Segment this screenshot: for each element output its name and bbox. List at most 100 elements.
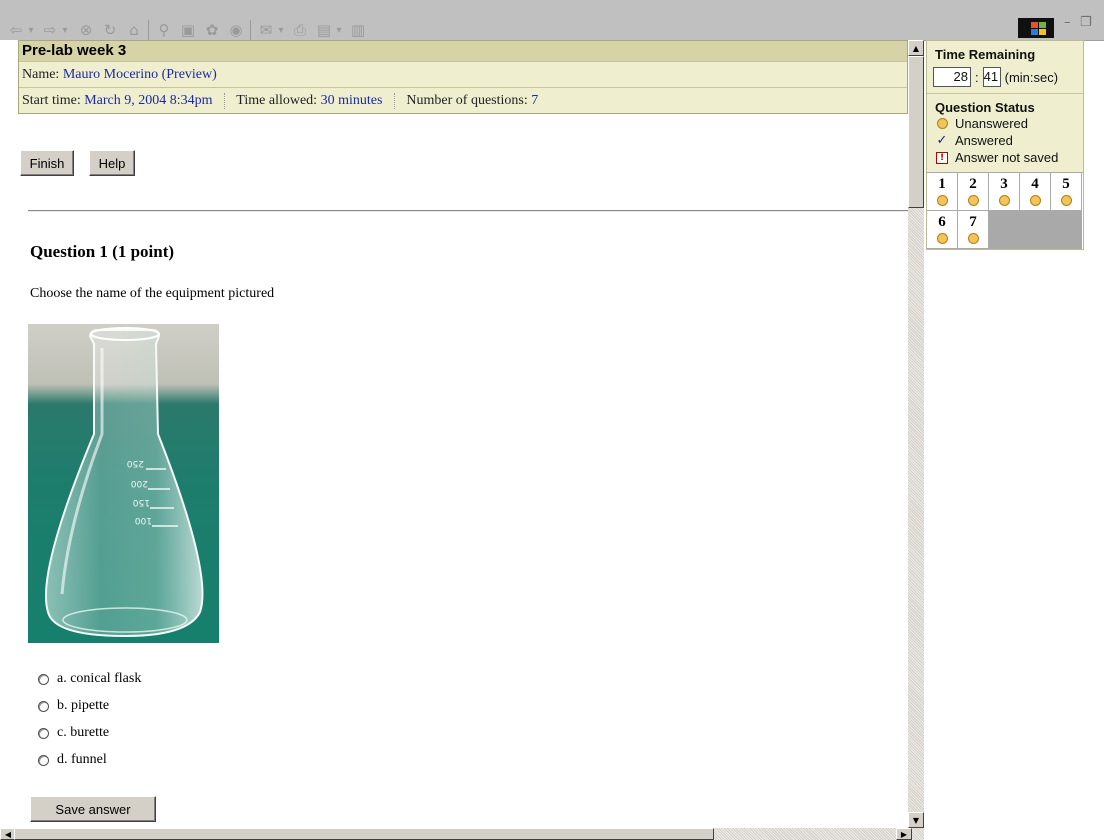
minimize-icon[interactable]: – xyxy=(1064,15,1071,30)
quiz-header: Pre-lab week 3 Name: Mauro Mocerino (Pre… xyxy=(18,40,908,114)
question-number: 4 xyxy=(1031,176,1039,192)
question-link-7[interactable]: 7 xyxy=(958,211,989,249)
quiz-info-row: Start time: March 9, 2004 8:34pm Time al… xyxy=(19,88,907,113)
student-name: Mauro Mocerino (Preview) xyxy=(62,67,217,82)
countdown-timer: 28 : 41 (min:sec) xyxy=(927,62,1083,94)
flask-mark: 150 xyxy=(133,497,150,507)
unanswered-dot-icon xyxy=(936,233,948,244)
time-allowed-label: Time allowed: xyxy=(236,93,318,108)
legend-label: Answered xyxy=(955,133,1013,148)
option-c[interactable]: c. burette xyxy=(38,724,109,742)
favorites-icon[interactable]: ▣ xyxy=(178,20,198,40)
quiz-title: Pre-lab week 3 xyxy=(19,41,907,62)
question-link-4[interactable]: 4 xyxy=(1020,173,1051,211)
radio-button[interactable] xyxy=(38,754,49,766)
scroll-down-icon[interactable]: ▼ xyxy=(908,812,924,828)
unanswered-dot-icon xyxy=(936,118,948,129)
forward-icon[interactable]: ⇨ xyxy=(40,20,60,40)
question-status-title: Question Status xyxy=(935,100,1035,115)
scroll-thumb[interactable] xyxy=(908,56,924,208)
time-remaining-title: Time Remaining xyxy=(935,47,1036,62)
search-icon[interactable]: ⚲ xyxy=(154,20,174,40)
legend-label: Answer not saved xyxy=(955,150,1059,165)
num-questions-label: Number of questions: xyxy=(406,93,528,108)
stop-icon[interactable]: ⊗ xyxy=(76,20,96,40)
vertical-scrollbar[interactable]: ▲ ▼ xyxy=(908,40,924,828)
time-units: (min:sec) xyxy=(1004,69,1059,85)
edit-dropdown-icon[interactable]: ▾ xyxy=(334,20,344,40)
question-link-6[interactable]: 6 xyxy=(927,211,958,249)
option-a[interactable]: a. conical flask xyxy=(38,670,141,688)
mail-dropdown-icon[interactable]: ▾ xyxy=(276,20,286,40)
browser-toolbar: ⇦ ▾ ⇨ ▾ ⊗ ↻ ⌂ ⚲ ▣ ✿ ◉ ✉ ▾ ⎙ ▤ ▾ ▥ – ❐ xyxy=(0,0,1104,41)
forward-dropdown-icon[interactable]: ▾ xyxy=(60,20,70,40)
time-separator: : xyxy=(975,69,979,85)
unanswered-dot-icon xyxy=(998,195,1010,206)
grid-filler xyxy=(989,211,1082,249)
flask-mark: 100 xyxy=(135,515,152,525)
help-button[interactable]: Help xyxy=(89,150,135,176)
flask-mark: 250 xyxy=(127,458,144,468)
minutes-field: 28 xyxy=(933,67,971,87)
option-b[interactable]: b. pipette xyxy=(38,697,109,715)
media-icon[interactable]: ◉ xyxy=(226,20,246,40)
num-questions-value: 7 xyxy=(531,93,539,108)
student-name-row: Name: Mauro Mocerino (Preview) xyxy=(19,62,907,88)
legend-not-saved: ! Answer not saved xyxy=(927,149,1083,166)
question-text: Choose the name of the equipment picture… xyxy=(30,286,275,301)
question-number: 6 xyxy=(938,214,946,230)
history-icon[interactable]: ✿ xyxy=(202,20,222,40)
question-link-3[interactable]: 3 xyxy=(989,173,1020,211)
question-number: 3 xyxy=(1000,176,1008,192)
question-number: 2 xyxy=(969,176,977,192)
conical-flask-image: 250 200 150 100 xyxy=(28,324,219,643)
home-icon[interactable]: ⌂ xyxy=(124,20,144,40)
question-number: 7 xyxy=(969,214,977,230)
option-label: d. funnel xyxy=(57,752,107,767)
check-icon: ✓ xyxy=(936,133,948,148)
time-allowed-value: 30 minutes xyxy=(320,93,383,108)
option-label: a. conical flask xyxy=(57,671,142,686)
scroll-thumb[interactable] xyxy=(14,828,714,840)
question-link-1[interactable]: 1 xyxy=(927,173,958,211)
seconds-field: 41 xyxy=(982,67,1001,87)
option-label: b. pipette xyxy=(57,698,110,713)
unanswered-dot-icon xyxy=(967,195,979,206)
unanswered-dot-icon xyxy=(1029,195,1041,206)
back-dropdown-icon[interactable]: ▾ xyxy=(26,20,36,40)
scroll-right-icon[interactable]: ▶ xyxy=(896,828,912,840)
radio-button[interactable] xyxy=(38,673,49,685)
mail-icon[interactable]: ✉ xyxy=(256,20,276,40)
question-title: Question 1 (1 point) xyxy=(30,242,175,261)
legend-answered: ✓ Answered xyxy=(927,132,1083,149)
finish-button[interactable]: Finish xyxy=(20,150,74,176)
flask-mark: 200 xyxy=(131,478,148,488)
horizontal-scrollbar[interactable]: ◀ ▶ xyxy=(0,828,924,840)
legend-unanswered: Unanswered xyxy=(927,115,1083,132)
print-icon[interactable]: ⎙ xyxy=(290,20,310,40)
radio-button[interactable] xyxy=(38,700,49,712)
restore-icon[interactable]: ❐ xyxy=(1080,15,1092,30)
back-icon[interactable]: ⇦ xyxy=(6,20,26,40)
option-label: c. burette xyxy=(57,725,110,740)
save-answer-button[interactable]: Save answer xyxy=(30,796,156,822)
warning-icon: ! xyxy=(936,151,948,164)
unanswered-dot-icon xyxy=(936,195,948,206)
scroll-up-icon[interactable]: ▲ xyxy=(908,40,924,56)
radio-button[interactable] xyxy=(38,727,49,739)
question-link-2[interactable]: 2 xyxy=(958,173,989,211)
start-time-value: March 9, 2004 8:34pm xyxy=(84,93,213,108)
quiz-side-panel: Time Remaining 28 : 41 (min:sec) Questio… xyxy=(926,40,1084,250)
start-time-label: Start time: xyxy=(22,93,81,108)
option-d[interactable]: d. funnel xyxy=(38,751,107,769)
quiz-pane: Pre-lab week 3 Name: Mauro Mocerino (Pre… xyxy=(0,40,908,828)
question-number: 1 xyxy=(938,176,946,192)
windows-logo-icon xyxy=(1018,18,1054,38)
refresh-icon[interactable]: ↻ xyxy=(100,20,120,40)
edit-icon[interactable]: ▤ xyxy=(314,20,334,40)
unanswered-dot-icon xyxy=(1060,195,1072,206)
question-link-5[interactable]: 5 xyxy=(1051,173,1082,211)
legend-label: Unanswered xyxy=(955,116,1028,131)
divider xyxy=(393,92,395,109)
discuss-icon[interactable]: ▥ xyxy=(348,20,368,40)
